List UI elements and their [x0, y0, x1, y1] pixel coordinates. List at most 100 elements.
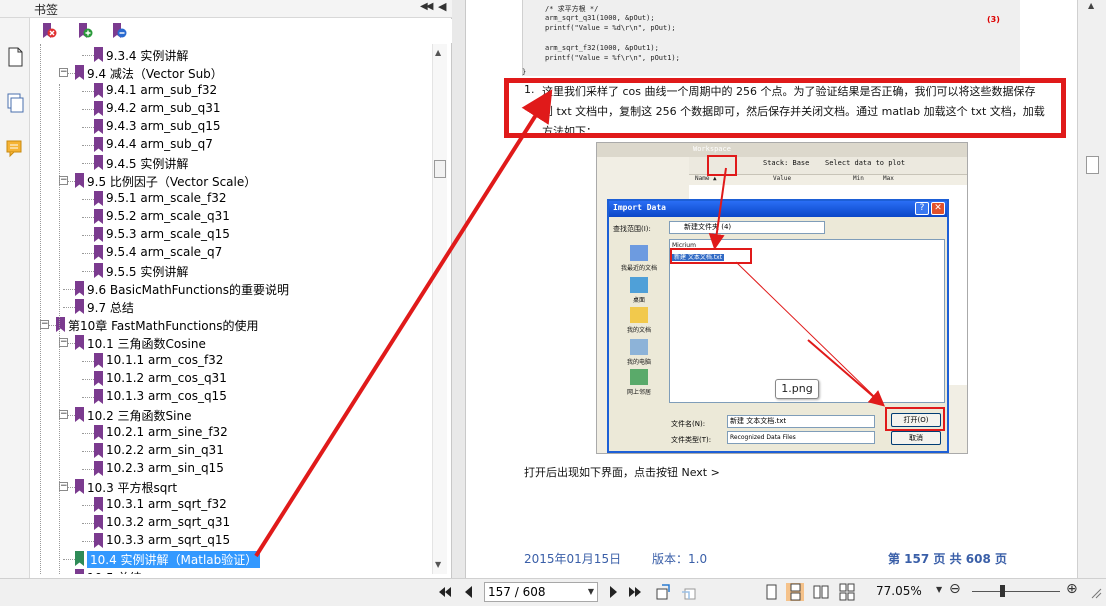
tree-row[interactable]: 10.1.3 arm_cos_q15	[30, 388, 430, 406]
zoom-slider[interactable]	[972, 591, 1060, 592]
filetype-select[interactable]: Recognized Data Files	[727, 431, 875, 444]
tree-row[interactable]: 9.7 总结	[30, 298, 430, 316]
place-desktop[interactable]: 桌面	[613, 277, 665, 304]
filename-input[interactable]: 新建 文本文档.txt	[727, 415, 875, 428]
file-highlight	[670, 248, 752, 264]
tree-scroll-thumb[interactable]	[434, 160, 446, 178]
collapse-toggle-icon[interactable]: −	[59, 176, 68, 185]
previous-view-icon[interactable]	[654, 583, 672, 601]
comments-icon[interactable]	[5, 138, 25, 160]
code-block: /* 求平方根 */ arm_sqrt_q31(1000, &pOut); pr…	[522, 0, 1020, 76]
tree-scrollbar[interactable]: ▲ ▼	[432, 44, 447, 574]
document-scroll-thumb[interactable]	[1086, 156, 1099, 174]
tree-connector	[82, 361, 94, 362]
tree-row[interactable]: − 10.1 三角函数Cosine	[30, 334, 430, 352]
bookmark-label: 9.7 总结	[87, 301, 134, 315]
collapse-toggle-icon[interactable]: −	[59, 338, 68, 347]
tree-row[interactable]: 10.4 实例讲解（Matlab验证）	[30, 550, 430, 568]
tree-row[interactable]: − 9.5 比例因子（Vector Scale）	[30, 172, 430, 190]
last-page-icon[interactable]	[626, 583, 644, 601]
look-in-select[interactable]: 新建文件夹 (4)	[669, 221, 825, 234]
bookmark-icon	[94, 119, 103, 134]
tree-row[interactable]: 10.3.3 arm_sqrt_q15	[30, 532, 430, 550]
help-icon[interactable]: ?	[915, 202, 929, 215]
select-data-label: Select data to plot	[825, 159, 906, 167]
chevron-down-icon[interactable]: ▼	[588, 583, 594, 601]
bookmark-icon	[75, 281, 84, 296]
tree-row[interactable]: 9.4.4 arm_sub_q7	[30, 136, 430, 154]
close-icon[interactable]: ✕	[931, 202, 945, 215]
prev-page-icon[interactable]	[460, 583, 478, 601]
tree-connector	[82, 253, 94, 254]
place-computer[interactable]: 我的电脑	[613, 339, 665, 366]
document-scrollbar[interactable]: ▲	[1077, 0, 1106, 578]
first-page-icon[interactable]	[436, 583, 454, 601]
tree-row[interactable]: − 10.2 三角函数Sine	[30, 406, 430, 424]
bookmark-label: 10.1 三角函数Cosine	[87, 337, 206, 351]
tree-row[interactable]: 10.2.1 arm_sine_f32	[30, 424, 430, 442]
instruction-text: 打开后出现如下界面，点击按钮 Next >	[524, 466, 720, 479]
zoom-slider-handle[interactable]	[1000, 585, 1005, 597]
cancel-button[interactable]: 取消	[891, 431, 941, 445]
tree-row[interactable]: 9.5.5 实例讲解	[30, 262, 430, 280]
tree-connector	[82, 379, 94, 380]
tree-row[interactable]: 9.3.4 实例讲解	[30, 46, 430, 64]
tree-connector	[82, 163, 94, 164]
scroll-down-icon[interactable]: ▼	[435, 560, 441, 569]
tree-row[interactable]: 9.4.2 arm_sub_q31	[30, 100, 430, 118]
tree-connector	[82, 55, 94, 56]
tree-row[interactable]: 10.5 总结	[30, 568, 430, 574]
tree-row[interactable]: 10.3.2 arm_sqrt_q31	[30, 514, 430, 532]
zoom-level[interactable]: 77.05%	[876, 584, 922, 598]
scroll-up-icon[interactable]: ▲	[435, 48, 441, 57]
bookmark-icon	[94, 263, 103, 278]
page-icon[interactable]	[5, 46, 25, 68]
tree-row[interactable]: 10.1.2 arm_cos_q31	[30, 370, 430, 388]
tree-row[interactable]: − 第10章 FastMathFunctions的使用	[30, 316, 430, 334]
tree-connector	[82, 109, 94, 110]
panel-splitter[interactable]	[452, 0, 466, 578]
close-panel-icon[interactable]: ◀	[438, 0, 446, 13]
tree-row[interactable]: 10.2.3 arm_sin_q15	[30, 460, 430, 478]
next-view-icon[interactable]	[680, 583, 698, 601]
tree-row[interactable]: − 10.3 平方根sqrt	[30, 478, 430, 496]
code-line: printf("Value = %f\r\n", pOut1);	[545, 54, 680, 62]
chevron-down-icon[interactable]: ▼	[936, 585, 942, 594]
tree-row[interactable]: 10.3.1 arm_sqrt_f32	[30, 496, 430, 514]
continuous-page-icon[interactable]	[786, 583, 804, 601]
tree-row[interactable]: 9.4.3 arm_sub_q15	[30, 118, 430, 136]
tree-row[interactable]: 9.5.3 arm_scale_q15	[30, 226, 430, 244]
zoom-out-icon[interactable]: ⊖	[949, 581, 961, 597]
next-page-icon[interactable]	[604, 583, 622, 601]
page-number-input[interactable]: 157 / 608 ▼	[484, 582, 598, 602]
place-recent[interactable]: 我最近的文档	[613, 245, 665, 272]
collapse-bookmark-icon[interactable]	[110, 22, 128, 40]
collapse-toggle-icon[interactable]: −	[59, 68, 68, 77]
place-documents[interactable]: 我的文档	[613, 307, 665, 334]
tree-row[interactable]: 10.2.2 arm_sin_q31	[30, 442, 430, 460]
facing-pages-icon[interactable]	[812, 583, 830, 601]
bookmark-icon	[94, 497, 103, 512]
expand-bookmark-icon[interactable]	[76, 22, 94, 40]
image-callout: 1.png	[775, 379, 819, 399]
tree-row[interactable]: 9.4.1 arm_sub_f32	[30, 82, 430, 100]
tree-row[interactable]: 9.5.4 arm_scale_q7	[30, 244, 430, 262]
collapse-toggle-icon[interactable]: −	[40, 320, 49, 329]
collapse-toggle-icon[interactable]: −	[59, 482, 68, 491]
single-page-icon[interactable]	[762, 583, 780, 601]
layers-icon[interactable]	[5, 92, 25, 114]
delete-bookmark-icon[interactable]	[40, 22, 58, 40]
tree-row[interactable]: 10.1.1 arm_cos_f32	[30, 352, 430, 370]
zoom-in-icon[interactable]: ⊕	[1066, 581, 1078, 597]
place-network[interactable]: 网上邻居	[613, 369, 665, 396]
resize-grip-icon[interactable]	[1090, 587, 1102, 599]
continuous-facing-icon[interactable]	[838, 583, 856, 601]
tree-row[interactable]: 9.6 BasicMathFunctions的重要说明	[30, 280, 430, 298]
scroll-up-icon[interactable]: ▲	[1088, 1, 1094, 10]
tree-row[interactable]: − 9.4 减法（Vector Sub）	[30, 64, 430, 82]
collapse-toggle-icon[interactable]: −	[59, 410, 68, 419]
tree-row[interactable]: 9.4.5 实例讲解	[30, 154, 430, 172]
collapse-panel-icon[interactable]: ◀◀	[420, 1, 433, 12]
tree-row[interactable]: 9.5.2 arm_scale_q31	[30, 208, 430, 226]
tree-row[interactable]: 9.5.1 arm_scale_f32	[30, 190, 430, 208]
